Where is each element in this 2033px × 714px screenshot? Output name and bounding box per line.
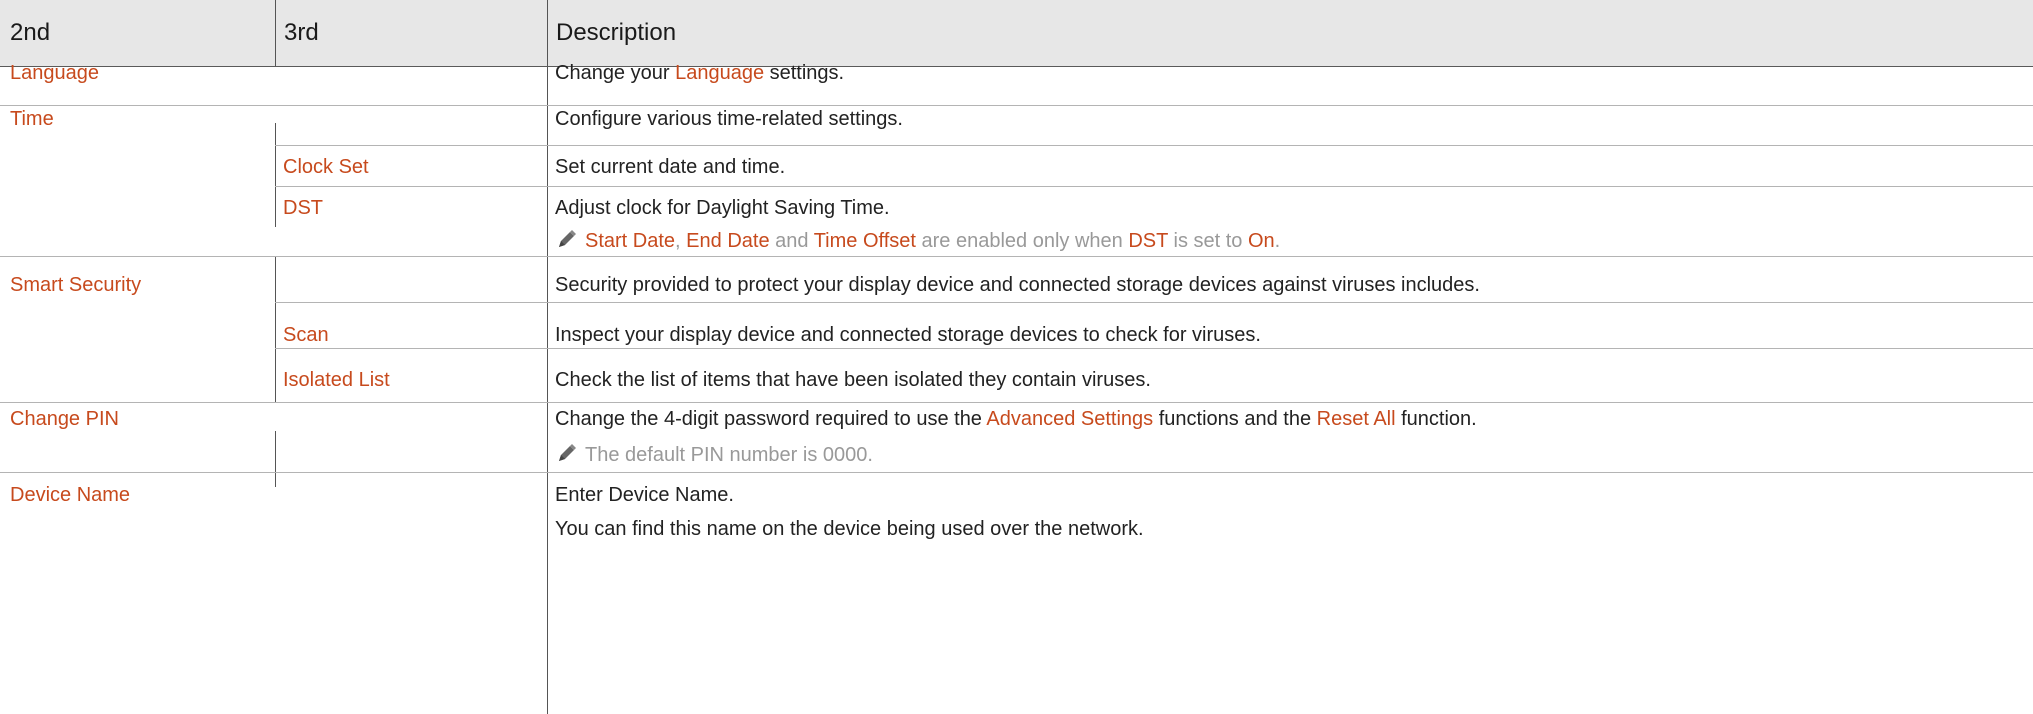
row-divider — [275, 145, 2033, 146]
header-2nd: 2nd — [10, 19, 51, 46]
device-name-description: Enter Device Name. — [555, 484, 734, 506]
row-divider — [0, 256, 2033, 257]
row-divider — [275, 186, 2033, 187]
row-divider — [0, 402, 2033, 403]
setting-isolated-list[interactable]: Isolated List — [283, 367, 390, 393]
setting-clock-set[interactable]: Clock Set — [283, 154, 369, 180]
smart-security-description: Security provided to protect your displa… — [555, 274, 1480, 296]
column-divider — [275, 123, 276, 227]
setting-device-name[interactable]: Device Name — [10, 482, 130, 508]
language-link[interactable]: Language — [675, 62, 764, 84]
on-link[interactable]: On — [1248, 230, 1275, 252]
setting-dst[interactable]: DST — [283, 195, 323, 221]
row-divider — [0, 66, 2033, 67]
row-divider — [0, 105, 2033, 106]
reset-all-link[interactable]: Reset All — [1317, 408, 1396, 430]
language-description: Change your Language settings. — [555, 62, 845, 84]
device-name-description-2: You can find this name on the device bei… — [555, 518, 1144, 540]
isolated-list-description: Check the list of items that have been i… — [555, 369, 1151, 391]
scan-description: Inspect your display device and connecte… — [555, 324, 1261, 346]
setting-time[interactable]: Time — [10, 106, 54, 132]
row-divider — [0, 472, 2033, 473]
column-divider — [275, 256, 276, 402]
column-divider — [547, 0, 548, 714]
clock-set-description: Set current date and time. — [555, 156, 786, 178]
end-date-link[interactable]: End Date — [686, 230, 769, 252]
row-divider — [275, 302, 2033, 303]
time-offset-link[interactable]: Time Offset — [814, 230, 916, 252]
pencil-note-icon — [559, 230, 576, 247]
pin-note: The default PIN number is 0000. — [585, 444, 873, 466]
column-divider — [275, 0, 276, 66]
header-description: Description — [556, 19, 677, 46]
pencil-note-icon — [559, 444, 576, 461]
start-date-link[interactable]: Start Date — [585, 230, 675, 252]
setting-smart-security[interactable]: Smart Security — [10, 272, 141, 298]
header-3rd: 3rd — [284, 19, 319, 46]
column-divider — [275, 431, 276, 487]
change-pin-description: Change the 4-digit password required to … — [555, 408, 1477, 430]
dst-link[interactable]: DST — [1128, 230, 1168, 252]
setting-language[interactable]: Language — [10, 60, 99, 86]
advanced-settings-link[interactable]: Advanced Settings — [986, 408, 1153, 430]
setting-change-pin[interactable]: Change PIN — [10, 406, 119, 432]
time-description: Configure various time-related settings. — [555, 108, 903, 130]
dst-note: Start Date, End Date and Time Offset are… — [585, 230, 1281, 252]
row-divider — [275, 348, 2033, 349]
setting-scan[interactable]: Scan — [283, 322, 329, 348]
dst-description: Adjust clock for Daylight Saving Time. — [555, 197, 890, 219]
